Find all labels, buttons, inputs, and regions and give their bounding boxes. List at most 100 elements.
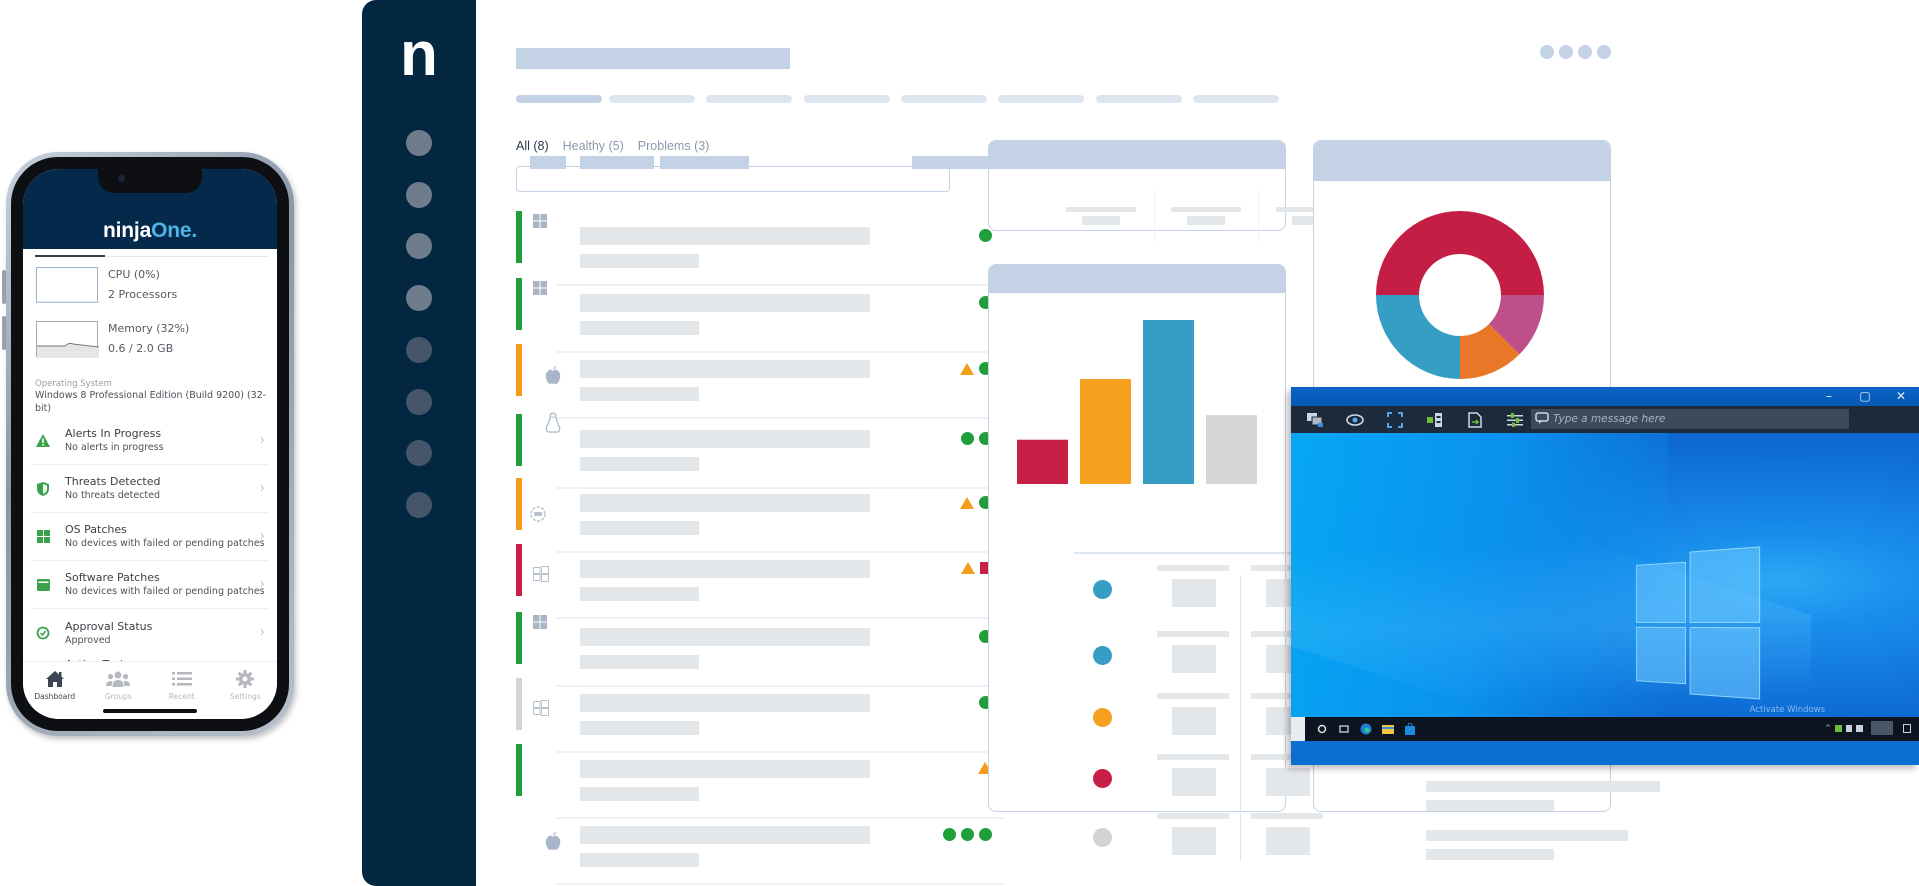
legend-dot	[1093, 828, 1112, 847]
sidebar-item-7[interactable]	[406, 440, 432, 466]
device-row[interactable]	[516, 806, 1004, 885]
device-row[interactable]	[516, 410, 1004, 489]
window-titlebar[interactable]: – ▢ ✕	[1291, 387, 1919, 406]
device-row[interactable]	[516, 274, 1004, 353]
switch-display-icon[interactable]	[1419, 408, 1451, 432]
volume-icon[interactable]	[1856, 724, 1863, 732]
clock[interactable]	[1871, 721, 1893, 735]
chart-divider	[1074, 552, 1314, 554]
task-view-icon[interactable]	[1337, 722, 1351, 736]
device-row[interactable]	[516, 340, 1004, 419]
settings-sliders-icon[interactable]	[1499, 408, 1531, 432]
list-item-threats[interactable]: Threats Detected No threats detected ›	[31, 465, 269, 513]
store-icon[interactable]	[1403, 722, 1417, 736]
status-ok-icon	[961, 432, 974, 445]
list-item-title: Software Patches	[65, 571, 160, 584]
web-icon	[530, 506, 550, 526]
device-row[interactable]	[516, 540, 1004, 619]
list-item-title: Threats Detected	[65, 475, 161, 488]
filter-tab-problems[interactable]: Problems (3)	[638, 139, 710, 153]
nav-tab-1[interactable]	[516, 95, 602, 103]
ninja-logo-icon[interactable]: n	[400, 24, 440, 86]
list-item-alerts[interactable]: Alerts In Progress No alerts in progress …	[31, 417, 269, 465]
nav-tab-3[interactable]	[706, 95, 792, 103]
activate-title: Activate Windows	[1749, 705, 1826, 715]
device-search-input[interactable]	[516, 166, 950, 192]
tab-dashboard[interactable]: Dashboard	[25, 668, 85, 719]
search-icon[interactable]	[1315, 722, 1329, 736]
device-row[interactable]	[516, 608, 1004, 687]
file-transfer-icon[interactable]	[1459, 408, 1491, 432]
donut-slice-blue[interactable]	[1376, 295, 1460, 379]
sidebar-item-5[interactable]	[406, 337, 432, 363]
filter-tab-healthy[interactable]: Healthy (5)	[563, 139, 624, 153]
device-name-placeholder	[580, 360, 870, 378]
summary-stat-label	[1066, 207, 1136, 212]
fullscreen-icon[interactable]	[1379, 408, 1411, 432]
apple-icon	[544, 832, 564, 852]
sidebar-item-1[interactable]	[406, 130, 432, 156]
message-input[interactable]	[1553, 413, 1843, 425]
start-button[interactable]	[1291, 717, 1305, 741]
list-item-subtitle: No threats detected	[65, 490, 161, 501]
sidebar-item-4[interactable]	[406, 285, 432, 311]
device-row[interactable]	[516, 740, 1004, 819]
legend-dot	[1093, 646, 1112, 665]
sidebar-item-2[interactable]	[406, 182, 432, 208]
legend-label-placeholder	[1157, 813, 1229, 819]
donut-slice-red[interactable]	[1376, 211, 1544, 295]
more-options-icon[interactable]	[1540, 45, 1611, 59]
legend-value-placeholder	[1172, 768, 1216, 796]
list-icon	[171, 668, 192, 690]
legend-label-placeholder	[1157, 754, 1229, 760]
device-detail-placeholder	[580, 521, 699, 535]
list-item-software-patches[interactable]: Software Patches No devices with failed o…	[31, 561, 269, 609]
logo-dot: .	[191, 219, 197, 242]
chevron-right-icon: ›	[259, 529, 265, 544]
view-icon[interactable]	[1339, 408, 1371, 432]
sidebar-item-8[interactable]	[406, 492, 432, 518]
bar-b[interactable]	[1080, 379, 1131, 484]
tray-app-icon[interactable]	[1835, 724, 1842, 732]
os-value: Windows 8 Professional Edition (Build 92…	[35, 390, 267, 414]
status-ok-icon	[979, 229, 992, 242]
cpu-metric[interactable]: CPU (0%) 2 Processors	[36, 267, 177, 305]
sidebar-item-3[interactable]	[406, 233, 432, 259]
monitors-icon[interactable]	[1299, 408, 1331, 432]
nav-tab-2[interactable]	[609, 95, 695, 103]
bar-c[interactable]	[1143, 320, 1194, 484]
bar-a[interactable]	[1017, 439, 1068, 484]
nav-tab-8[interactable]	[1193, 95, 1279, 103]
list-item-os-patches[interactable]: OS Patches No devices with failed or pend…	[31, 513, 269, 561]
remote-desktop-screen[interactable]: Activate Windows Go to Settings to activ…	[1291, 433, 1919, 741]
notifications-icon[interactable]	[1903, 723, 1911, 733]
close-button[interactable]: ✕	[1883, 387, 1919, 406]
groups-icon	[106, 668, 131, 690]
memory-metric[interactable]: Memory (32%) 0.6 / 2.0 GB	[36, 321, 189, 359]
chevron-right-icon: ›	[259, 625, 265, 640]
device-detail-placeholder	[580, 387, 699, 401]
network-icon[interactable]	[1846, 724, 1852, 732]
filter-tab-all[interactable]: All (8)	[516, 139, 549, 153]
nav-tab-7[interactable]	[1096, 95, 1182, 103]
device-row[interactable]	[516, 474, 1004, 553]
tab-settings[interactable]: Settings	[215, 668, 275, 719]
tray-chevron-icon[interactable]: ^	[1825, 724, 1831, 732]
nav-tab-6[interactable]	[998, 95, 1084, 103]
windows-icon	[533, 280, 553, 300]
message-box	[1531, 409, 1849, 429]
bar-d[interactable]	[1206, 415, 1257, 484]
minimize-button[interactable]: –	[1811, 387, 1847, 406]
device-row[interactable]	[516, 674, 1004, 753]
file-explorer-icon[interactable]	[1381, 722, 1395, 736]
nav-tab-4[interactable]	[804, 95, 890, 103]
detail-line	[1426, 800, 1554, 811]
list-item-approval[interactable]: Approval Status Approved ›	[31, 609, 269, 657]
health-indicator-bar	[516, 678, 522, 730]
device-row[interactable]	[516, 207, 1004, 286]
shield-icon	[31, 481, 55, 496]
maximize-button[interactable]: ▢	[1847, 387, 1883, 406]
edge-icon[interactable]	[1359, 722, 1373, 736]
sidebar-item-6[interactable]	[406, 389, 432, 415]
nav-tab-5[interactable]	[901, 95, 987, 103]
